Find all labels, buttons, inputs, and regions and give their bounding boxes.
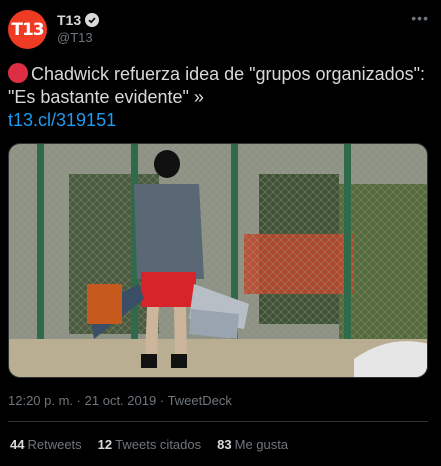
name-row: T13 xyxy=(57,12,100,28)
handle[interactable]: @T13 xyxy=(57,30,93,45)
tweet-body: Chadwick refuerza idea de "grupos organi… xyxy=(8,64,426,107)
display-name[interactable]: T13 xyxy=(57,12,81,28)
retweets-stat[interactable]: 44 Retweets xyxy=(10,437,82,452)
tweet-header: T13 T13 @T13 ••• xyxy=(8,10,433,50)
tweet-meta: 12:20 p. m. · 21 oct. 2019 · TweetDeck xyxy=(8,393,232,408)
meta-separator: · xyxy=(159,393,165,408)
quotes-stat[interactable]: 12 Tweets citados xyxy=(98,437,201,452)
tweet-link[interactable]: t13.cl/319151 xyxy=(8,110,116,130)
more-icon[interactable]: ••• xyxy=(411,10,429,26)
tweet-text: Chadwick refuerza idea de "grupos organi… xyxy=(8,63,433,132)
likes-count: 83 xyxy=(217,437,232,452)
meta-separator: · xyxy=(76,393,82,408)
tweet-photo[interactable] xyxy=(8,143,428,378)
quotes-label: Tweets citados xyxy=(115,437,202,452)
retweets-label: Retweets xyxy=(27,437,82,452)
verified-icon xyxy=(85,13,100,27)
tweet-stats: 44 Retweets 12 Tweets citados 83 Me gusta xyxy=(10,437,288,452)
tweet-date[interactable]: 21 oct. 2019 xyxy=(85,393,157,408)
divider xyxy=(8,421,428,422)
likes-stat[interactable]: 83 Me gusta xyxy=(217,437,288,452)
retweets-count: 44 xyxy=(10,437,25,452)
quotes-count: 12 xyxy=(97,437,113,452)
red-circle-emoji-icon xyxy=(8,63,28,83)
tweet-time[interactable]: 12:20 p. m. xyxy=(8,393,73,408)
avatar[interactable]: T13 xyxy=(8,10,47,49)
tweet-source[interactable]: TweetDeck xyxy=(168,393,232,408)
avatar-logo-text: T13 xyxy=(11,19,44,40)
likes-label: Me gusta xyxy=(234,437,289,452)
